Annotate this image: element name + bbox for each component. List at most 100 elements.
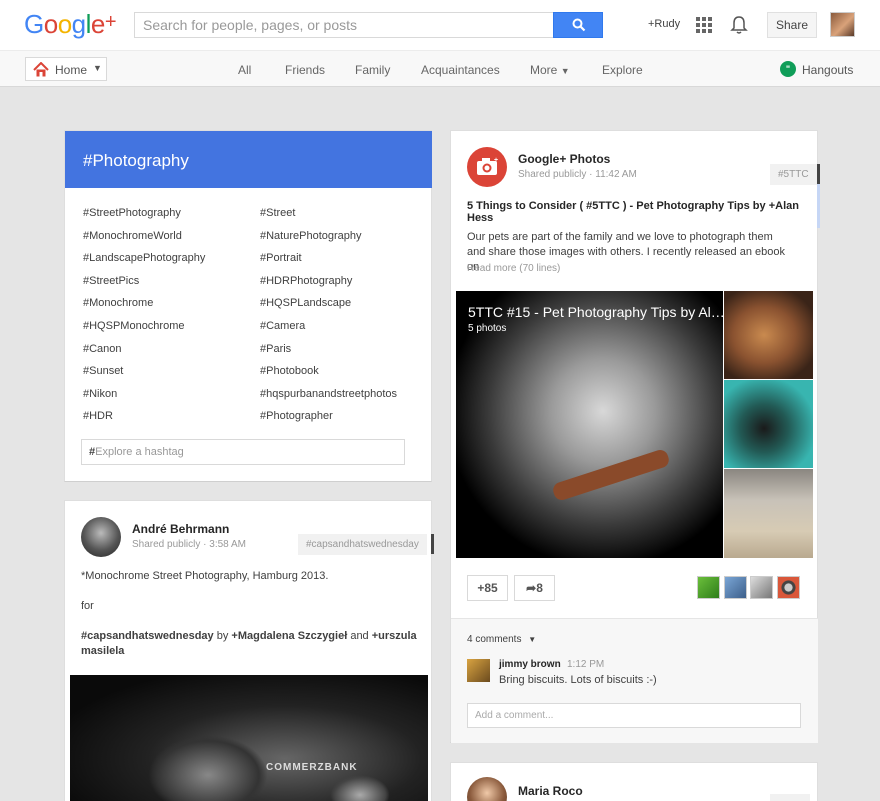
nav-tab-acquaintances[interactable]: Acquaintances — [421, 63, 500, 77]
nav-tab-all[interactable]: All — [238, 63, 251, 77]
chevron-down-icon: ▼ — [93, 63, 102, 73]
camera-icon: + — [477, 157, 498, 175]
post-hashtag-badge[interactable]: #capsandhatswednesday — [298, 534, 427, 555]
add-comment-input[interactable]: Add a comment... — [467, 703, 801, 728]
post-meta[interactable]: Shared publicly · 3:58 AM — [132, 539, 246, 550]
hashtag-card-title: #Photography — [65, 131, 432, 188]
hashtag-link[interactable]: #Photographer — [260, 410, 397, 433]
hashtag-link[interactable]: #LandscapePhotography — [83, 252, 205, 275]
reshare-button[interactable]: ➦8 — [514, 575, 555, 601]
hashtag-link[interactable]: #Street — [260, 207, 397, 230]
hashtag-link[interactable]: #MonochromeWorld — [83, 230, 205, 253]
post-hashtag-badge[interactable]: #5TTC — [770, 164, 817, 185]
album-thumbnail[interactable] — [724, 291, 813, 379]
commenter-avatar[interactable] — [467, 659, 490, 682]
album-photo-count: 5 photos — [468, 323, 507, 334]
hashtag-link[interactable]: #Portrait — [260, 252, 397, 275]
profile-link[interactable]: +Rudy — [648, 18, 680, 30]
plusoner-avatar[interactable] — [697, 576, 720, 599]
album-title: 5TTC #15 - Pet Photography Tips by Al… — [468, 304, 723, 320]
hashtag-link[interactable]: #Monochrome — [83, 297, 205, 320]
hashtag-link[interactable]: #StreetPhotography — [83, 207, 205, 230]
post-card-google-photos: + Google+ Photos Shared publicly · 11:42… — [450, 130, 820, 743]
comment-time: 1:12 PM — [567, 659, 605, 670]
plus-one-button[interactable]: +85 — [467, 575, 508, 601]
search-input[interactable]: Search for people, pages, or posts — [134, 12, 554, 38]
comments-toggle[interactable]: 4 comments ▼ — [467, 634, 536, 645]
mention-link[interactable]: masilela — [81, 645, 124, 657]
photo-detail — [551, 447, 671, 503]
post-meta[interactable]: Shared publicly · 11:42 AM — [518, 169, 637, 180]
nav-tab-explore[interactable]: Explore — [602, 63, 643, 77]
user-avatar[interactable] — [830, 12, 855, 37]
hashtag-link[interactable]: #HQSPMonochrome — [83, 320, 205, 343]
hashtag-link[interactable]: #capsandhatswednesday — [81, 630, 214, 642]
plusoner-avatar[interactable] — [777, 576, 800, 599]
author-name[interactable]: Google+ Photos — [518, 152, 610, 166]
hashtag-link[interactable]: #StreetPics — [83, 275, 205, 298]
hashtag-link[interactable]: #Canon — [83, 343, 205, 366]
hashtag-link[interactable]: #Camera — [260, 320, 397, 343]
search-button[interactable] — [553, 12, 603, 38]
author-name[interactable]: André Behrmann — [132, 522, 229, 536]
hashtag-link[interactable]: #HQSPLandscape — [260, 297, 397, 320]
photo-detail — [148, 735, 268, 801]
plusoner-avatar[interactable] — [750, 576, 773, 599]
author-avatar[interactable] — [81, 517, 121, 557]
post-hashtag-badge[interactable] — [770, 794, 810, 801]
hashtag-link[interactable]: #hqspurbanandstreetphotos — [260, 388, 397, 411]
post-title: 5 Things to Consider ( #5TTC ) - Pet Pho… — [467, 200, 799, 224]
comment-text: Bring biscuits. Lots of biscuits :-) — [499, 674, 657, 686]
hangouts-label: Hangouts — [802, 63, 854, 77]
home-dropdown[interactable]: Home ▼ — [25, 57, 107, 81]
logo-letter: + — [104, 11, 117, 33]
album-thumbnail[interactable] — [724, 380, 813, 468]
author-name[interactable]: Maria Roco — [518, 784, 583, 798]
hashtag-link[interactable]: #Nikon — [83, 388, 205, 411]
logo-letter: o — [43, 9, 58, 39]
explore-hashtag-input[interactable]: #Explore a hashtag — [81, 439, 405, 465]
top-bar: Google+ Search for people, pages, or pos… — [0, 0, 880, 50]
photo-sign-text: COMMERZBANK — [266, 762, 358, 773]
nav-more-label: More — [530, 63, 558, 77]
nav-tab-family[interactable]: Family — [355, 63, 390, 77]
hashtag-link[interactable]: #Paris — [260, 343, 397, 366]
chevron-down-icon: ▼ — [560, 66, 570, 76]
hashtag-link[interactable]: #Sunset — [83, 365, 205, 388]
google-plus-logo[interactable]: Google+ — [24, 9, 117, 40]
read-more-link[interactable]: Read more (70 lines) — [467, 263, 560, 274]
search-icon — [572, 18, 586, 32]
badge-edge — [817, 164, 820, 184]
post-photo[interactable]: COMMERZBANK — [70, 675, 428, 801]
commenter-name[interactable]: jimmy brown — [499, 659, 561, 670]
logo-letter: G — [24, 9, 44, 39]
logo-letter: o — [57, 9, 72, 39]
nav-bar: Home ▼ All Friends Family Acquaintances … — [0, 50, 880, 87]
post-card-maria: Maria Roco — [450, 762, 818, 801]
comments-section: 4 comments ▼ jimmy brown 1:12 PM Bring b… — [451, 618, 818, 743]
explore-placeholder: Explore a hashtag — [95, 446, 184, 458]
album-thumbnail[interactable] — [724, 469, 813, 558]
nav-tab-more[interactable]: More ▼ — [530, 63, 570, 77]
author-avatar[interactable] — [467, 777, 507, 801]
hashtag-list-left: #StreetPhotography #MonochromeWorld #Lan… — [83, 207, 205, 433]
share-button[interactable]: Share — [767, 12, 817, 38]
hashtag-link[interactable]: #NaturePhotography — [260, 230, 397, 253]
mention-link[interactable]: +urszula — [372, 630, 417, 642]
album-main-photo[interactable]: 5TTC #15 - Pet Photography Tips by Al… 5… — [456, 291, 723, 558]
mention-link[interactable]: +Magdalena Szczygieł — [231, 630, 347, 642]
hashtag-link[interactable]: #Photobook — [260, 365, 397, 388]
author-avatar[interactable]: + — [467, 147, 507, 187]
nav-tab-friends[interactable]: Friends — [285, 63, 325, 77]
reshare-count: 8 — [536, 581, 543, 595]
hashtag-link[interactable]: #HDRPhotography — [260, 275, 397, 298]
hangouts-icon: " — [780, 61, 796, 77]
logo-letter: g — [71, 9, 86, 39]
notification-bell-icon[interactable] — [730, 15, 748, 35]
home-icon — [33, 62, 49, 77]
hashtag-link[interactable]: #HDR — [83, 410, 205, 433]
hashtag-list-right: #Street #NaturePhotography #Portrait #HD… — [260, 207, 397, 433]
post-text: #capsandhatswednesday by +Magdalena Szcz… — [81, 630, 417, 642]
apps-grid-icon[interactable] — [696, 17, 712, 33]
plusoner-avatar[interactable] — [724, 576, 747, 599]
